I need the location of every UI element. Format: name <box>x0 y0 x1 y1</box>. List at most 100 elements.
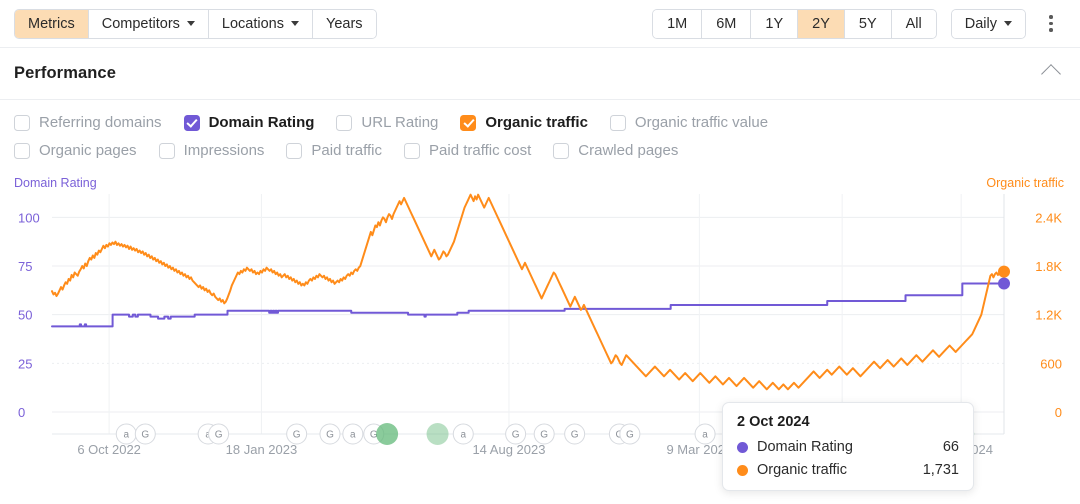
granularity-button[interactable]: Daily <box>951 9 1025 38</box>
left-axis-title: Domain Rating <box>14 176 97 190</box>
chevron-up-icon[interactable] <box>1041 63 1061 84</box>
range-1y[interactable]: 1Y <box>751 9 799 38</box>
metric-label: Paid traffic <box>311 142 383 159</box>
range-all[interactable]: All <box>891 9 936 38</box>
svg-text:G: G <box>215 430 223 441</box>
range-1m[interactable]: 1M <box>653 9 703 38</box>
svg-text:G: G <box>293 430 301 441</box>
metric-label: Referring domains <box>39 114 162 131</box>
metric-toggle-crawled-pages[interactable]: Crawled pages <box>553 142 678 159</box>
chevron-down-icon <box>186 21 195 26</box>
event-marker-badge-G[interactable]: G <box>564 423 586 445</box>
granularity-label: Daily <box>964 15 997 32</box>
end-point-marker <box>998 265 1010 278</box>
tab-competitors[interactable]: Competitors <box>88 9 209 38</box>
tooltip-row: Organic traffic 1,731 <box>737 462 959 478</box>
range-5y[interactable]: 5Y <box>844 9 892 38</box>
metric-toggle-domain-rating[interactable]: Domain Rating <box>183 114 315 131</box>
kebab-dot <box>1049 15 1053 19</box>
performance-section-header: Performance <box>0 48 1080 100</box>
svg-text:G: G <box>571 430 579 441</box>
event-marker-badge-G[interactable]: G <box>619 423 641 445</box>
event-marker-dot[interactable] <box>426 423 449 445</box>
checkbox-checked-icon[interactable] <box>460 114 477 131</box>
date-range-selector: 1M 6M 1Y 2Y 5Y All <box>652 8 937 39</box>
svg-text:a: a <box>702 430 708 441</box>
event-marker-badge-G[interactable]: G <box>505 423 527 445</box>
tab-locations[interactable]: Locations <box>208 9 313 38</box>
chevron-down-icon <box>290 21 299 26</box>
left-axis-tick: 100 <box>18 210 40 225</box>
checkbox-icon[interactable] <box>158 142 175 159</box>
checkbox-icon[interactable] <box>14 114 30 131</box>
metric-checkbox-group: Referring domains Domain Rating URL Rating… <box>0 100 1080 176</box>
metric-label: Paid traffic cost <box>429 142 532 159</box>
checkbox-checked-icon[interactable] <box>183 114 200 131</box>
tab-metrics[interactable]: Metrics <box>15 9 89 38</box>
left-axis-tick: 75 <box>18 259 32 274</box>
checkbox-icon[interactable] <box>286 142 303 159</box>
event-marker-badge-a[interactable]: a <box>342 423 364 445</box>
event-marker-badge-a[interactable]: a <box>115 423 137 445</box>
page-title: Performance <box>14 64 116 82</box>
metric-toggle-url-rating[interactable]: URL Rating <box>336 114 438 131</box>
right-axis-tick: 600 <box>1040 356 1062 371</box>
event-marker-badge-a[interactable]: a <box>452 423 474 445</box>
metric-label: Domain Rating <box>208 114 315 131</box>
svg-text:G: G <box>141 430 149 441</box>
svg-text:a: a <box>123 430 129 441</box>
checkbox-icon[interactable] <box>553 142 570 159</box>
event-marker-badge-G[interactable]: G <box>134 423 156 445</box>
metric-toggle-organic-traffic[interactable]: Organic traffic <box>460 114 588 131</box>
tooltip-date: 2 Oct 2024 <box>737 414 810 430</box>
x-axis-tick: 6 Oct 2022 <box>77 442 141 457</box>
chart-tooltip: 2 Oct 2024 Domain Rating 66 Organic traffi… <box>722 402 974 491</box>
series-line-domain-rating <box>51 282 1005 328</box>
svg-text:G: G <box>326 430 334 441</box>
left-axis-tick: 0 <box>18 405 25 420</box>
event-marker-badge-G[interactable]: G <box>208 423 230 445</box>
svg-text:G: G <box>626 430 634 441</box>
metric-toggle-organic-traffic-value[interactable]: Organic traffic value <box>609 114 769 131</box>
event-marker-badge-G[interactable]: G <box>319 423 341 445</box>
metric-toggle-referring-domains[interactable]: Referring domains <box>14 114 162 131</box>
checkbox-icon[interactable] <box>609 114 626 131</box>
kebab-dot <box>1049 21 1053 26</box>
end-point-marker <box>998 277 1010 290</box>
series-color-dot <box>737 464 748 476</box>
tab-label: Metrics <box>28 15 75 32</box>
tooltip-series-name: Organic traffic <box>757 462 847 478</box>
event-marker-badge-a[interactable]: a <box>694 423 716 445</box>
metric-label: URL Rating <box>361 114 439 131</box>
view-tabs: Metrics Competitors Locations Years <box>14 8 377 39</box>
right-axis-tick: 2.4K <box>1035 210 1062 225</box>
metric-toggle-organic-pages[interactable]: Organic pages <box>14 142 137 159</box>
checkbox-icon[interactable] <box>14 142 30 159</box>
granularity-selector: Daily <box>950 8 1026 39</box>
range-6m[interactable]: 6M <box>702 9 752 38</box>
event-marker-badge-G[interactable]: G <box>286 423 308 445</box>
range-2y[interactable]: 2Y <box>798 9 845 38</box>
metric-toggle-paid-traffic-cost[interactable]: Paid traffic cost <box>404 142 531 159</box>
metric-label: Impressions <box>183 142 265 159</box>
svg-text:a: a <box>350 430 356 441</box>
metric-toggle-impressions[interactable]: Impressions <box>158 142 265 159</box>
kebab-dot <box>1049 28 1053 32</box>
performance-chart: Domain Rating Organic traffic 100 75 50 25 0… <box>0 176 1080 491</box>
checkbox-icon[interactable] <box>336 114 353 131</box>
metric-row: Organic pages Impressions Paid traffic Paid… <box>14 142 1066 159</box>
metric-label: Organic traffic <box>485 114 588 131</box>
event-marker-badge-G[interactable]: G <box>533 423 555 445</box>
metric-toggle-paid-traffic[interactable]: Paid traffic <box>286 142 382 159</box>
right-axis-tick: 1.8K <box>1035 259 1062 274</box>
checkbox-icon[interactable] <box>404 142 421 159</box>
right-axis-title: Organic traffic <box>986 176 1064 190</box>
event-marker-dot[interactable] <box>376 423 399 445</box>
tooltip-series-name: Domain Rating <box>757 439 853 455</box>
series-line-organic-traffic <box>51 193 1005 391</box>
kebab-menu-icon[interactable] <box>1040 11 1062 37</box>
metric-label: Crawled pages <box>578 142 679 159</box>
tab-years[interactable]: Years <box>312 9 376 38</box>
metric-label: Organic traffic value <box>634 114 769 131</box>
metric-label: Organic pages <box>39 142 137 159</box>
